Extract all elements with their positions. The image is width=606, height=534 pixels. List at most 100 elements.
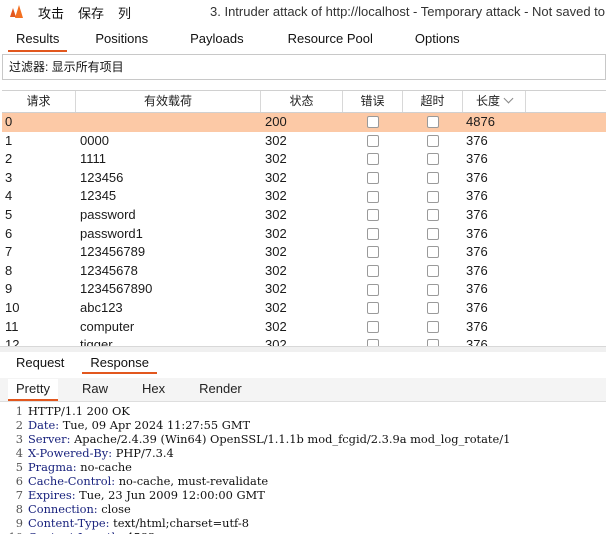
cell-length: 376	[466, 337, 488, 346]
header-name: Pragma:	[28, 460, 77, 474]
cell-error	[343, 262, 403, 281]
table-row[interactable]: 10 abc123 302 376	[2, 299, 606, 318]
tab-positions[interactable]: Positions	[87, 28, 156, 52]
cell-filler	[526, 262, 606, 281]
error-checkbox	[367, 339, 379, 346]
cell-status: 302	[265, 337, 287, 346]
header-value: Tue, 23 Jun 2009 12:00:00 GMT	[75, 488, 265, 502]
table-row[interactable]: 0 200 4876	[2, 113, 606, 132]
cell-length: 4876	[466, 114, 495, 129]
column-header-timeout[interactable]: 超时	[403, 91, 463, 112]
timeout-checkbox	[427, 246, 439, 259]
tab-resource-pool[interactable]: Resource Pool	[280, 28, 381, 52]
header-name: Connection:	[28, 502, 98, 516]
tab-pretty[interactable]: Pretty	[8, 379, 58, 401]
table-row[interactable]: 12 tigger 302 376	[2, 336, 606, 346]
cell-timeout	[403, 113, 463, 132]
tab-results[interactable]: Results	[8, 28, 68, 52]
cell-status: 302	[265, 169, 287, 185]
cell-timeout	[403, 336, 463, 346]
cell-filler	[526, 318, 606, 337]
tab-request[interactable]: Request	[8, 354, 72, 374]
column-header-request[interactable]: 请求	[2, 91, 76, 112]
cell-request: 8	[5, 262, 13, 278]
column-header-label: 错误	[360, 94, 385, 108]
cell-timeout	[403, 280, 463, 299]
table-row[interactable]: 8 12345678 302 376	[2, 262, 606, 281]
cell-payload: 12345678	[80, 262, 138, 278]
cell-request: 12	[5, 337, 20, 346]
cell-payload: 12345	[80, 188, 117, 204]
cell-error	[343, 206, 403, 225]
cell-filler	[526, 225, 606, 244]
table-row[interactable]: 7 123456789 302 376	[2, 243, 606, 262]
error-checkbox	[367, 209, 379, 222]
cell-status: 302	[265, 151, 287, 167]
cell-request: 7	[5, 244, 13, 260]
cell-timeout	[403, 299, 463, 318]
header-value: PHP/7.3.4	[112, 446, 174, 460]
line-number: 10	[0, 530, 28, 534]
tab-response[interactable]: Response	[82, 354, 157, 374]
tab-render[interactable]: Render	[191, 379, 250, 401]
menu-columns[interactable]: 列	[118, 3, 131, 22]
error-checkbox	[367, 302, 379, 315]
window-title: 3. Intruder attack of http://localhost -…	[210, 4, 606, 19]
tab-payloads[interactable]: Payloads	[182, 28, 251, 52]
cell-timeout	[403, 169, 463, 188]
response-editor[interactable]: 1 HTTP/1.1 200 OK 2 Date: Tue, 09 Apr 2024 …	[0, 404, 606, 534]
cell-filler	[526, 280, 606, 299]
cell-request: 5	[5, 206, 13, 222]
cell-timeout	[403, 150, 463, 169]
cell-payload: abc123	[80, 299, 123, 315]
tab-raw[interactable]: Raw	[74, 379, 116, 401]
timeout-checkbox	[427, 153, 439, 166]
cell-status: 302	[265, 132, 287, 148]
menu-save[interactable]: 保存	[78, 3, 104, 22]
cell-timeout	[403, 225, 463, 244]
timeout-checkbox	[427, 134, 439, 147]
cell-status: 302	[265, 206, 287, 222]
cell-request: 0	[5, 114, 13, 129]
column-header-payload[interactable]: 有效载荷	[76, 91, 261, 112]
table-row[interactable]: 3 123456 302 376	[2, 169, 606, 188]
column-header-label: 状态	[289, 94, 314, 108]
table-row[interactable]: 4 12345 302 376	[2, 187, 606, 206]
tab-options[interactable]: Options	[407, 28, 468, 52]
column-header-error[interactable]: 错误	[343, 91, 403, 112]
table-row[interactable]: 5 password 302 376	[2, 206, 606, 225]
table-row[interactable]: 2 1111 302 376	[2, 150, 606, 169]
cell-timeout	[403, 318, 463, 337]
cell-length: 376	[466, 225, 488, 241]
column-header-status[interactable]: 状态	[261, 91, 343, 112]
table-row[interactable]: 11 computer 302 376	[2, 318, 606, 337]
view-tabs: Pretty Raw Hex Render	[0, 378, 606, 402]
cell-request: 6	[5, 225, 13, 241]
cell-payload: 123456	[80, 169, 124, 185]
timeout-checkbox	[427, 265, 439, 278]
error-checkbox	[367, 320, 379, 333]
filter-bar[interactable]: 过滤器: 显示所有项目	[2, 54, 606, 80]
tab-hex[interactable]: Hex	[134, 379, 173, 401]
response-line: 5 Pragma: no-cache	[0, 460, 606, 474]
cell-length: 376	[466, 244, 488, 260]
main-tabs: Results Positions Payloads Resource Pool…	[0, 26, 606, 52]
line-number: 5	[15, 460, 23, 474]
error-checkbox	[367, 227, 379, 240]
response-line: 7 Expires: Tue, 23 Jun 2009 12:00:00 GMT	[0, 488, 606, 502]
cell-request: 2	[5, 151, 13, 167]
error-checkbox	[367, 283, 379, 296]
table-row[interactable]: 6 password1 302 376	[2, 225, 606, 244]
cell-request: 11	[5, 318, 19, 334]
cell-status: 302	[265, 299, 287, 315]
error-checkbox	[367, 153, 379, 166]
cell-status: 302	[265, 188, 287, 204]
table-row[interactable]: 9 1234567890 302 376	[2, 280, 606, 299]
table-row[interactable]: 1 0000 302 376	[2, 132, 606, 151]
error-checkbox	[367, 116, 379, 129]
menu-attack[interactable]: 攻击	[38, 3, 64, 22]
column-header-length[interactable]: 长度	[463, 91, 526, 112]
cell-filler	[526, 169, 606, 188]
error-checkbox	[367, 265, 379, 278]
cell-error	[343, 132, 403, 151]
